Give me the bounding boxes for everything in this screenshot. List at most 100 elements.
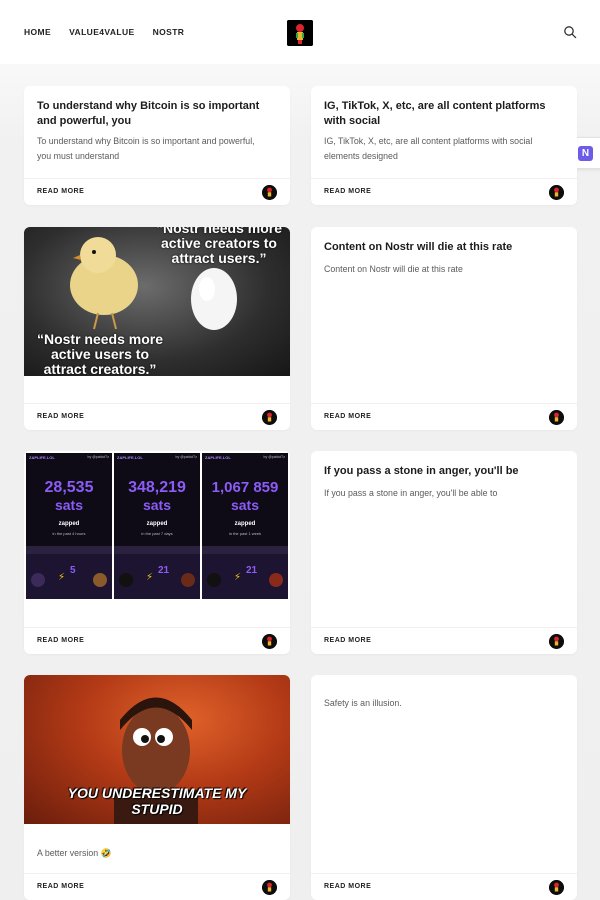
author-avatar[interactable] xyxy=(549,410,564,425)
nav-home[interactable]: HOME xyxy=(24,27,51,37)
svg-text:⚡: ⚡ xyxy=(58,572,65,583)
zaplife-author: by @pablof7z xyxy=(175,455,197,459)
post-card[interactable]: Content on Nostr will die at this rate C… xyxy=(311,227,577,430)
post-title[interactable]: Content on Nostr will die at this rate xyxy=(324,240,566,255)
post-card[interactable]: If you pass a stone in anger, you'll be … xyxy=(311,451,577,654)
author-avatar-icon xyxy=(262,410,277,425)
post-card[interactable]: YOU UNDERESTIMATE MY STUPID A better ver… xyxy=(24,675,290,900)
zap-tabs xyxy=(26,546,112,554)
read-more-link[interactable]: READ MORE xyxy=(37,883,84,890)
post-footer: READ MORE xyxy=(311,178,577,205)
zap-count: 5 xyxy=(70,565,76,576)
author-avatar[interactable] xyxy=(262,185,277,200)
author-avatar-icon xyxy=(262,880,277,895)
post-title[interactable]: To understand why Bitcoin is so importan… xyxy=(37,99,279,129)
author-avatar[interactable] xyxy=(262,634,277,649)
zap-amount: 348,219 xyxy=(128,479,186,496)
nav-nostr[interactable]: NOSTR xyxy=(153,27,185,37)
zap-feed-icon: ⚡ xyxy=(31,572,107,587)
meme-text-bottom: “Nostr needs more active users to attrac… xyxy=(36,331,164,377)
post-thumbnail[interactable]: ZAPLIFE.LOL by @pablof7z 28,535 sats zap… xyxy=(24,451,290,600)
zap-feed: ⚡ 5 xyxy=(26,554,112,599)
zap-tabs xyxy=(202,546,288,554)
read-more-link[interactable]: READ MORE xyxy=(324,413,371,420)
zap-unit: sats xyxy=(54,497,84,513)
zap-label: zapped xyxy=(58,521,80,527)
post-excerpt: If you pass a stone in anger, you'll be … xyxy=(324,488,498,498)
svg-text:⚡: ⚡ xyxy=(146,572,153,583)
post-thumbnail[interactable]: YOU UNDERESTIMATE MY STUPID xyxy=(24,675,290,824)
post-footer: READ MORE xyxy=(311,627,577,654)
zap-feed: ⚡ 21 xyxy=(202,554,288,599)
post-title[interactable]: IG, TikTok, X, etc, are all content plat… xyxy=(324,99,566,129)
author-avatar-icon xyxy=(262,185,277,200)
zap-feed-icon: ⚡ xyxy=(207,572,283,587)
zap-amount: 28,535 xyxy=(44,479,94,496)
zap-period: in the past 4 hours xyxy=(52,531,86,536)
zap-count: 21 xyxy=(246,565,258,576)
zap-period: in the past 7 days xyxy=(141,531,173,536)
post-thumbnail[interactable]: “Nostr needs more active creators to att… xyxy=(24,227,290,376)
zap-label: zapped xyxy=(234,521,256,527)
post-excerpt: To understand why Bitcoin is so importan… xyxy=(37,136,255,161)
read-more-link[interactable]: READ MORE xyxy=(37,637,84,644)
post-footer: READ MORE xyxy=(24,627,290,654)
svg-text:⚡: ⚡ xyxy=(234,572,241,583)
zaplife-author: by @pablof7z xyxy=(263,455,285,459)
zap-count: 21 xyxy=(158,565,170,576)
post-card[interactable]: ZAPLIFE.LOL by @pablof7z 28,535 sats zap… xyxy=(24,451,290,654)
author-avatar-icon xyxy=(549,634,564,649)
post-footer: READ MORE xyxy=(24,178,290,205)
zap-feed: ⚡ 21 xyxy=(114,554,200,599)
nav-value4value[interactable]: VALUE4VALUE xyxy=(69,27,134,37)
post-excerpt: Safety is an illusion. xyxy=(324,698,402,708)
author-avatar[interactable] xyxy=(549,634,564,649)
top-bar: HOME VALUE4VALUE NOSTR xyxy=(0,0,600,64)
meme-text-top: “Nostr needs more active creators to att… xyxy=(155,227,283,266)
zaplife-brand: ZAPLIFE.LOL xyxy=(205,455,231,460)
zaplife-brand: ZAPLIFE.LOL xyxy=(29,455,55,460)
zap-label: zapped xyxy=(146,521,168,527)
zap-feed-icon: ⚡ xyxy=(119,572,195,587)
post-card[interactable]: “Nostr needs more active creators to att… xyxy=(24,227,290,430)
author-avatar[interactable] xyxy=(549,880,564,895)
post-excerpt: IG, TikTok, X, etc, are all content plat… xyxy=(324,136,533,161)
read-more-link[interactable]: READ MORE xyxy=(37,188,84,195)
nostr-n-icon: N xyxy=(578,146,593,161)
zap-unit: sats xyxy=(142,497,172,513)
meme-caption: YOU UNDERESTIMATE MY STUPID xyxy=(67,785,247,817)
post-footer: READ MORE xyxy=(311,873,577,900)
zap-unit: sats xyxy=(230,497,260,513)
author-avatar-icon xyxy=(549,880,564,895)
read-more-link[interactable]: READ MORE xyxy=(324,637,371,644)
post-excerpt: Content on Nostr will die at this rate xyxy=(324,264,463,274)
author-avatar[interactable] xyxy=(549,185,564,200)
read-more-link[interactable]: READ MORE xyxy=(324,188,371,195)
author-avatar-icon xyxy=(549,185,564,200)
zaplife-panel: ZAPLIFE.LOL by @pablof7z 348,219 sats za… xyxy=(114,453,200,599)
search-icon xyxy=(564,26,577,39)
author-avatar-icon xyxy=(262,634,277,649)
post-footer: READ MORE xyxy=(311,403,577,430)
author-avatar[interactable] xyxy=(262,410,277,425)
zaplife-author: by @pablof7z xyxy=(87,455,109,459)
read-more-link[interactable]: READ MORE xyxy=(324,883,371,890)
post-title[interactable]: If you pass a stone in anger, you'll be xyxy=(324,464,566,479)
site-logo[interactable] xyxy=(287,20,313,46)
main-nav: HOME VALUE4VALUE NOSTR xyxy=(24,27,184,37)
zap-period: in the past 1 week xyxy=(228,531,262,536)
zaplife-brand: ZAPLIFE.LOL xyxy=(117,455,143,460)
read-more-link[interactable]: READ MORE xyxy=(37,413,84,420)
author-avatar-icon xyxy=(549,410,564,425)
author-avatar[interactable] xyxy=(262,880,277,895)
zaplife-panel: ZAPLIFE.LOL by @pablof7z 1,067 859 sats … xyxy=(202,453,288,599)
post-card[interactable]: IG, TikTok, X, etc, are all content plat… xyxy=(311,86,577,205)
post-card[interactable]: Safety is an illusion. READ MORE xyxy=(311,675,577,900)
post-footer: READ MORE xyxy=(24,873,290,900)
logo-figure-icon xyxy=(287,20,313,46)
post-excerpt: A better version 🤣 xyxy=(37,848,112,858)
post-card[interactable]: To understand why Bitcoin is so importan… xyxy=(24,86,290,205)
zap-tabs xyxy=(114,546,200,554)
post-footer: READ MORE xyxy=(24,403,290,430)
search-button[interactable] xyxy=(563,25,577,39)
